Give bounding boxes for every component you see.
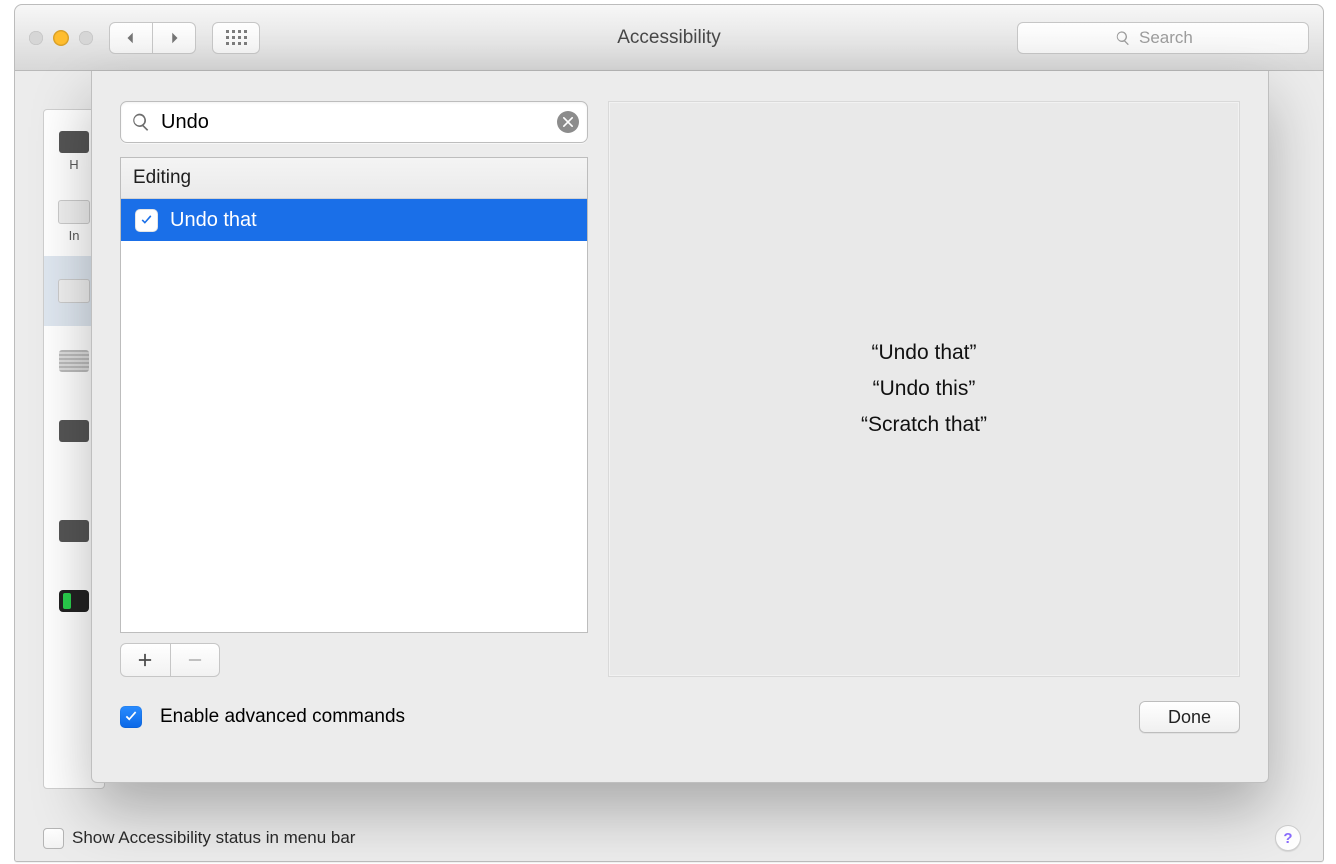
commands-preview-panel: “Undo that” “Undo this” “Scratch that” [608, 101, 1240, 677]
add-button[interactable] [120, 643, 171, 677]
sidebar-item-label: In [69, 228, 80, 243]
show-status-checkbox-row[interactable]: Show Accessibility status in menu bar [43, 828, 355, 849]
phrase: “Undo this” [861, 371, 987, 407]
check-icon [124, 710, 138, 724]
done-button[interactable]: Done [1139, 701, 1240, 733]
minus-icon [188, 653, 202, 667]
window-footer: Show Accessibility status in menu bar ? [43, 822, 1301, 854]
commands-search-input[interactable] [159, 110, 549, 135]
commands-left-column: Editing Undo that [120, 101, 588, 677]
back-button[interactable] [109, 22, 153, 54]
commands-sheet: Editing Undo that [91, 71, 1269, 783]
grid-icon [226, 30, 247, 45]
show-status-label: Show Accessibility status in menu bar [72, 828, 355, 848]
check-icon [140, 214, 153, 227]
enable-advanced-checkbox[interactable] [120, 706, 142, 728]
sheet-footer: Enable advanced commands Done [120, 701, 1240, 733]
add-remove-segment [120, 643, 220, 677]
chevron-right-icon [167, 31, 181, 45]
sidebar-item-label: H [69, 157, 78, 172]
traffic-lights [29, 30, 93, 46]
show-all-button[interactable] [212, 22, 260, 54]
commands-list-row[interactable]: Undo that [121, 199, 587, 241]
toolbar-search[interactable] [1017, 22, 1309, 54]
minimize-button[interactable] [53, 30, 69, 46]
close-icon [563, 117, 573, 127]
enable-advanced-label: Enable advanced commands [160, 706, 405, 728]
zoom-button[interactable] [79, 31, 93, 45]
forward-button[interactable] [153, 22, 196, 54]
phrase: “Scratch that” [861, 407, 987, 443]
commands-list-header: Editing [121, 158, 587, 199]
commands-list: Editing Undo that [120, 157, 588, 633]
commands-row-label: Undo that [170, 209, 257, 232]
content-area: H In Show Accessibility status in menu b… [15, 71, 1323, 861]
chevron-left-icon [124, 31, 138, 45]
search-icon [1115, 30, 1131, 46]
nav-back-forward [109, 22, 196, 54]
toolbar-search-input[interactable] [1137, 27, 1211, 49]
close-button[interactable] [29, 31, 43, 45]
commands-row-checkbox[interactable] [135, 209, 158, 232]
commands-search-field[interactable] [120, 101, 588, 143]
prefs-window: Accessibility H In Show Accessibility st… [14, 4, 1324, 862]
enable-advanced-row[interactable]: Enable advanced commands [120, 706, 405, 728]
clear-search-button[interactable] [557, 111, 579, 133]
titlebar: Accessibility [15, 5, 1323, 71]
search-icon [131, 112, 151, 132]
help-button[interactable]: ? [1275, 825, 1301, 851]
plus-icon [138, 653, 152, 667]
phrase: “Undo that” [861, 335, 987, 371]
command-phrases: “Undo that” “Undo this” “Scratch that” [861, 335, 987, 442]
remove-button[interactable] [171, 643, 221, 677]
show-status-checkbox[interactable] [43, 828, 64, 849]
